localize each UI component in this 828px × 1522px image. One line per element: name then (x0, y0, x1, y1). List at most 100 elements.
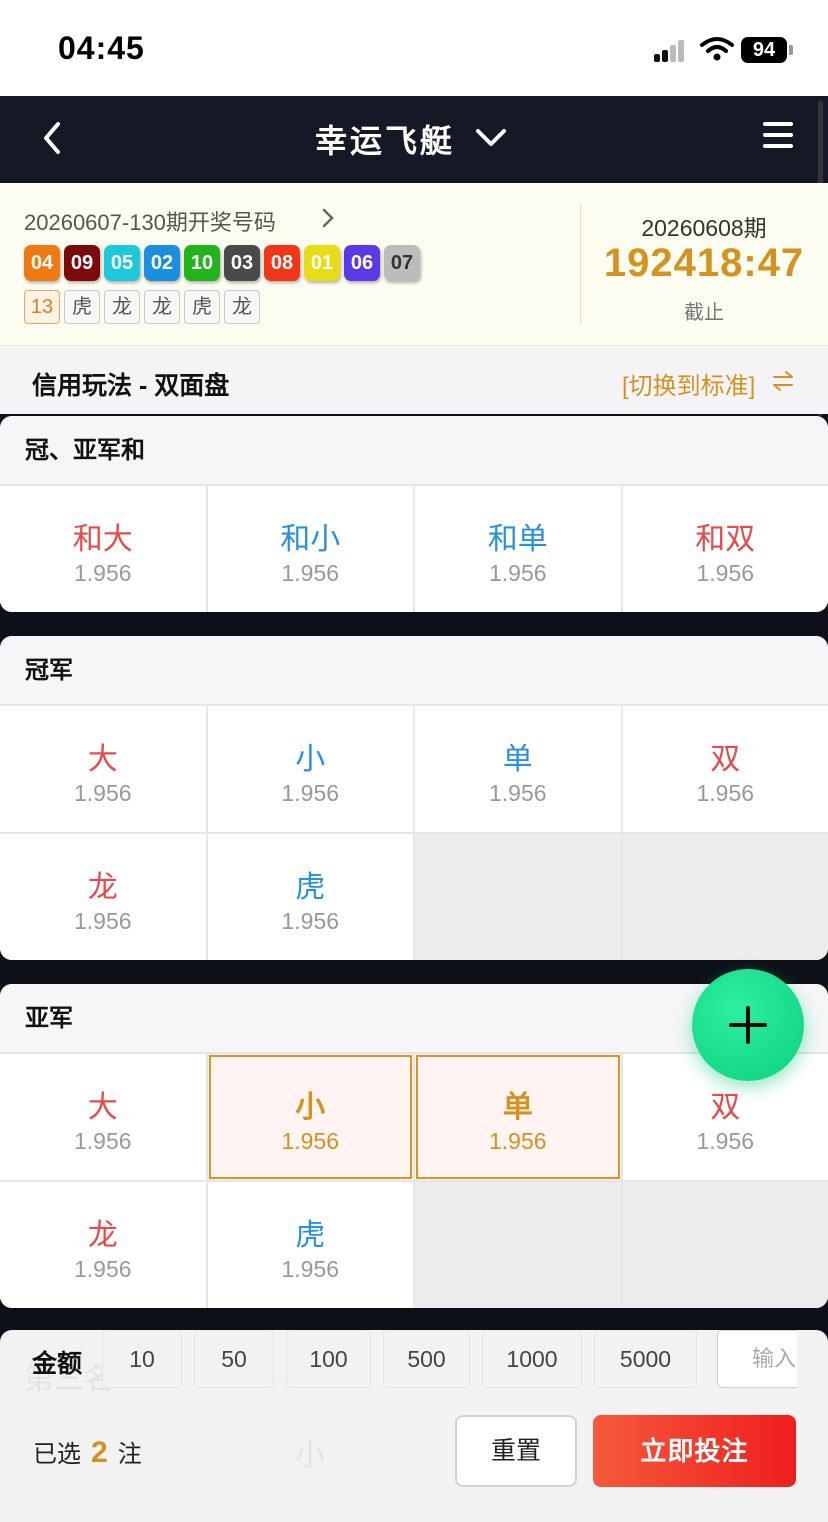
draw-balls: 04 09 05 02 10 03 08 01 06 07 (24, 245, 420, 281)
amount-chip[interactable]: 50 (194, 1330, 274, 1388)
bet-option-name: 龙 (87, 871, 118, 904)
status-bar: 04:45 94 (0, 0, 828, 96)
play-mode-bar: 信用玩法 - 双面盘 [切换到标准] (0, 346, 828, 414)
reset-button[interactable]: 重置 (455, 1415, 577, 1487)
draw-result-panel: 20260607-130期开奖号码 04 09 05 02 10 03 08 01 06 07 1… (0, 183, 828, 346)
bet-option[interactable]: 和大 1.956 (0, 486, 206, 612)
amount-input[interactable]: 输入 (717, 1330, 797, 1388)
bet-option[interactable]: 小 1.956 (207, 706, 413, 832)
bet-option[interactable]: 龙 1.956 (0, 1182, 206, 1308)
bet-option-odds: 1.956 (488, 780, 547, 806)
section-title: 冠、亚军和 (0, 416, 828, 484)
amount-chips: 10 50 100 500 1000 5000 (102, 1330, 697, 1388)
selected-suffix: 注 (117, 1441, 142, 1468)
next-period: 20260608期 (641, 215, 767, 241)
chevron-down-icon[interactable] (474, 122, 508, 152)
bet-option[interactable]: 和小 1.956 (207, 486, 413, 612)
bet-option-odds: 1.956 (488, 1128, 547, 1154)
bet-option[interactable]: 和双 1.956 (622, 486, 828, 612)
back-icon[interactable] (38, 118, 68, 158)
draw-ball: 10 (184, 245, 220, 281)
empty-cell (415, 1182, 621, 1308)
swap-icon[interactable] (771, 370, 795, 392)
place-bet-button[interactable]: 立即投注 (593, 1415, 796, 1487)
bet-option[interactable]: 龙 1.956 (0, 834, 206, 960)
bet-option-name: 和小 (280, 523, 341, 556)
dragon-tiger-tag: 龙 (104, 290, 140, 324)
dragon-tiger-tag: 虎 (64, 290, 100, 324)
empty-cell (622, 1182, 828, 1308)
bet-grid: 大 1.956 小 1.956 单 1.956 双 1.956 龙 1.956 虎 1.956 (0, 704, 828, 960)
bet-option-name: 大 (87, 743, 118, 776)
battery-icon: 94 (741, 37, 787, 63)
dragon-tiger-tag: 虎 (184, 290, 220, 324)
amount-chip[interactable]: 1000 (482, 1330, 582, 1388)
amount-chip[interactable]: 500 (383, 1330, 470, 1388)
draw-ball: 08 (264, 245, 300, 281)
last-period-link[interactable]: 20260607-130期开奖号码 (24, 205, 276, 237)
amount-chip[interactable]: 5000 (594, 1330, 697, 1388)
bet-option[interactable]: 虎 1.956 (207, 1182, 413, 1308)
selected-count: 已选 2 注 (33, 1434, 142, 1470)
section-sum: 冠、亚军和 和大 1.956 和小 1.956 和单 1.956 和双 1.956 (0, 416, 828, 612)
draw-ball: 03 (224, 245, 260, 281)
plus-icon (746, 1006, 750, 1044)
section-champion: 冠军 大 1.956 小 1.956 单 1.956 双 1.956 龙 1.956 虎 1.956 (0, 636, 828, 960)
bet-option-name: 和双 (695, 523, 756, 556)
bet-option-name: 小 (295, 743, 326, 776)
bet-option[interactable]: 和单 1.956 (415, 486, 621, 612)
sum-tag: 13 (24, 290, 60, 324)
bet-option-name: 双 (710, 743, 741, 776)
bet-option[interactable]: 小 1.956 (207, 1054, 413, 1180)
selected-prefix: 已选 (33, 1441, 81, 1468)
bet-option[interactable]: 单 1.956 (415, 1054, 621, 1180)
bet-option-name: 和大 (72, 523, 133, 556)
bet-option-odds: 1.956 (73, 1256, 132, 1282)
bet-option-odds: 1.956 (696, 1128, 755, 1154)
draw-ball: 02 (144, 245, 180, 281)
bet-option[interactable]: 大 1.956 (0, 1054, 206, 1180)
page-title[interactable]: 幸运飞艇 (315, 116, 455, 162)
bet-option[interactable]: 虎 1.956 (207, 834, 413, 960)
menu-icon[interactable] (763, 122, 793, 148)
nav-bar: 幸运飞艇 (0, 96, 828, 183)
bet-option-odds: 1.956 (281, 908, 340, 934)
selected-number: 2 (91, 1436, 108, 1469)
ghost-cell: 小 (295, 1439, 325, 1472)
add-button[interactable] (692, 969, 804, 1081)
countdown-timer: 192418:47 (603, 241, 805, 285)
empty-cell (415, 834, 621, 960)
bet-option-odds: 1.956 (73, 780, 132, 806)
bet-option-name: 单 (502, 743, 533, 776)
amount-chip[interactable]: 100 (286, 1330, 371, 1388)
bet-grid: 和大 1.956 和小 1.956 和单 1.956 和双 1.956 (0, 484, 828, 612)
draw-ball: 06 (344, 245, 380, 281)
play-mode-title: 信用玩法 - 双面盘 (32, 372, 230, 400)
bet-option-odds: 1.956 (73, 908, 132, 934)
signal-icon (654, 40, 690, 62)
bet-option-name: 和单 (487, 523, 548, 556)
bet-option-odds: 1.956 (281, 780, 340, 806)
bet-option-name: 虎 (295, 1219, 326, 1252)
bet-option-odds: 1.956 (281, 1256, 340, 1282)
bet-option[interactable]: 双 1.956 (622, 706, 828, 832)
deadline-label: 截止 (684, 302, 724, 324)
bet-option-odds: 1.956 (73, 560, 132, 586)
bet-bar: 第三名 小 金额 10 50 100 500 1000 5000 输入 已选 2 注 重置 立… (0, 1330, 828, 1522)
chevron-right-icon[interactable] (320, 207, 336, 229)
amount-label: 金额 (32, 1350, 83, 1378)
draw-ball: 01 (304, 245, 340, 281)
draw-tags: 13 虎龙龙虎龙 (24, 290, 260, 324)
bet-option-name: 小 (295, 1091, 326, 1124)
amount-chip[interactable]: 10 (102, 1330, 182, 1388)
bet-option-odds: 1.956 (696, 780, 755, 806)
status-time: 04:45 (58, 30, 145, 66)
dragon-tiger-tag: 龙 (224, 290, 260, 324)
draw-ball: 07 (384, 245, 420, 281)
switch-mode-link[interactable]: [切换到标准] (622, 366, 755, 401)
bet-option[interactable]: 单 1.956 (415, 706, 621, 832)
bet-option-odds: 1.956 (281, 560, 340, 586)
bet-option-odds: 1.956 (281, 1128, 340, 1154)
bet-option[interactable]: 大 1.956 (0, 706, 206, 832)
dragon-tiger-tag: 龙 (144, 290, 180, 324)
